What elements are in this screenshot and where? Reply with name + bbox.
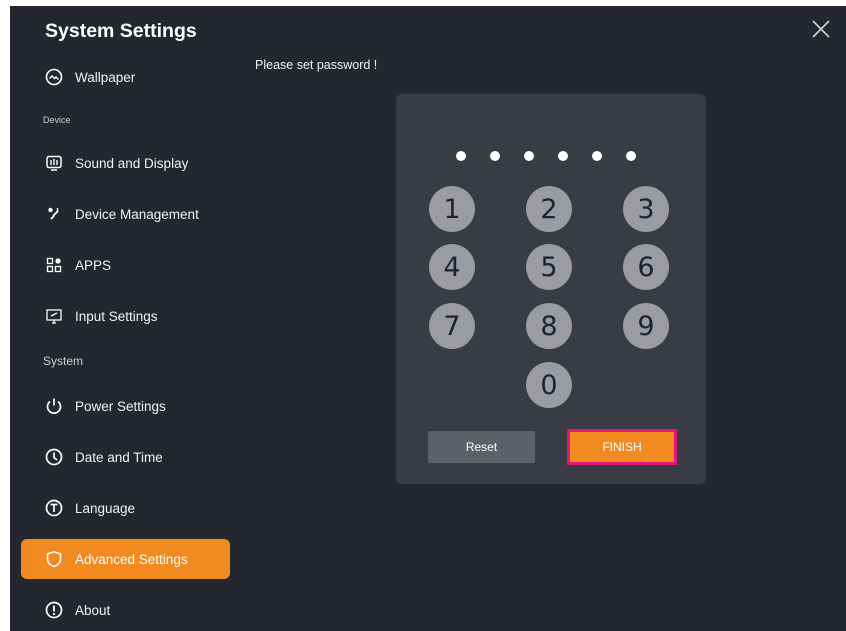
clock-icon [45,448,63,466]
sidebar-item-device-management[interactable]: Device Management [21,194,230,234]
keypad-key-1[interactable]: 1 [429,186,475,232]
password-dots [456,151,660,161]
device-management-icon [45,205,63,223]
sidebar-item-input-settings[interactable]: Input Settings [21,296,230,336]
keypad-key-7[interactable]: 7 [429,303,475,349]
settings-window: System Settings Wallpaper Device Sound a… [10,6,846,631]
sidebar-item-advanced-settings[interactable]: Advanced Settings [21,539,230,579]
password-dot [456,151,466,161]
password-dot [524,151,534,161]
sound-display-icon [45,154,63,172]
sidebar-item-apps[interactable]: APPS [21,245,230,285]
keypad-key-3[interactable]: 3 [623,186,669,232]
page-title: System Settings [45,20,197,42]
sidebar-item-date-time[interactable]: Date and Time [21,437,230,477]
keypad-key-2[interactable]: 2 [526,186,572,232]
sidebar-item-label: Date and Time [75,449,163,465]
password-dot [592,151,602,161]
sidebar-item-label: Advanced Settings [75,551,188,567]
sidebar-item-about[interactable]: About [21,590,230,630]
section-device: Device [43,115,71,125]
sidebar-item-sound-display[interactable]: Sound and Display [21,143,230,183]
sidebar-item-label: Language [75,500,136,516]
close-icon[interactable] [810,18,832,40]
sidebar-item-label: Device Management [75,206,199,222]
section-system: System [43,354,84,368]
password-prompt: Please set password ! [255,58,378,72]
sidebar-item-wallpaper[interactable]: Wallpaper [21,57,230,97]
sidebar-item-label: APPS [75,257,112,273]
password-dot [490,151,500,161]
language-icon [45,499,63,517]
power-icon [45,397,63,415]
keypad-key-5[interactable]: 5 [526,244,572,290]
sidebar-item-label: Input Settings [75,308,158,324]
info-icon [45,601,63,619]
keypad-key-6[interactable]: 6 [623,244,669,290]
reset-button[interactable]: Reset [428,431,535,463]
sidebar-item-label: Wallpaper [75,69,136,85]
shield-icon [45,550,63,568]
sidebar-item-label: Sound and Display [75,155,189,171]
keypad-key-9[interactable]: 9 [623,303,669,349]
sidebar-item-power-settings[interactable]: Power Settings [21,386,230,426]
input-settings-icon [45,307,63,325]
keypad-key-0[interactable]: 0 [526,362,572,408]
keypad-key-4[interactable]: 4 [429,244,475,290]
apps-icon [45,256,63,274]
wallpaper-icon [45,68,63,86]
password-panel: 1 2 3 4 5 6 7 8 9 0 Reset FINISH [396,94,706,484]
sidebar-item-label: Power Settings [75,398,166,414]
password-dot [558,151,568,161]
finish-button[interactable]: FINISH [567,429,677,465]
keypad-key-8[interactable]: 8 [526,303,572,349]
sidebar-item-label: About [75,602,111,618]
sidebar-item-language[interactable]: Language [21,488,230,528]
password-dot [626,151,636,161]
